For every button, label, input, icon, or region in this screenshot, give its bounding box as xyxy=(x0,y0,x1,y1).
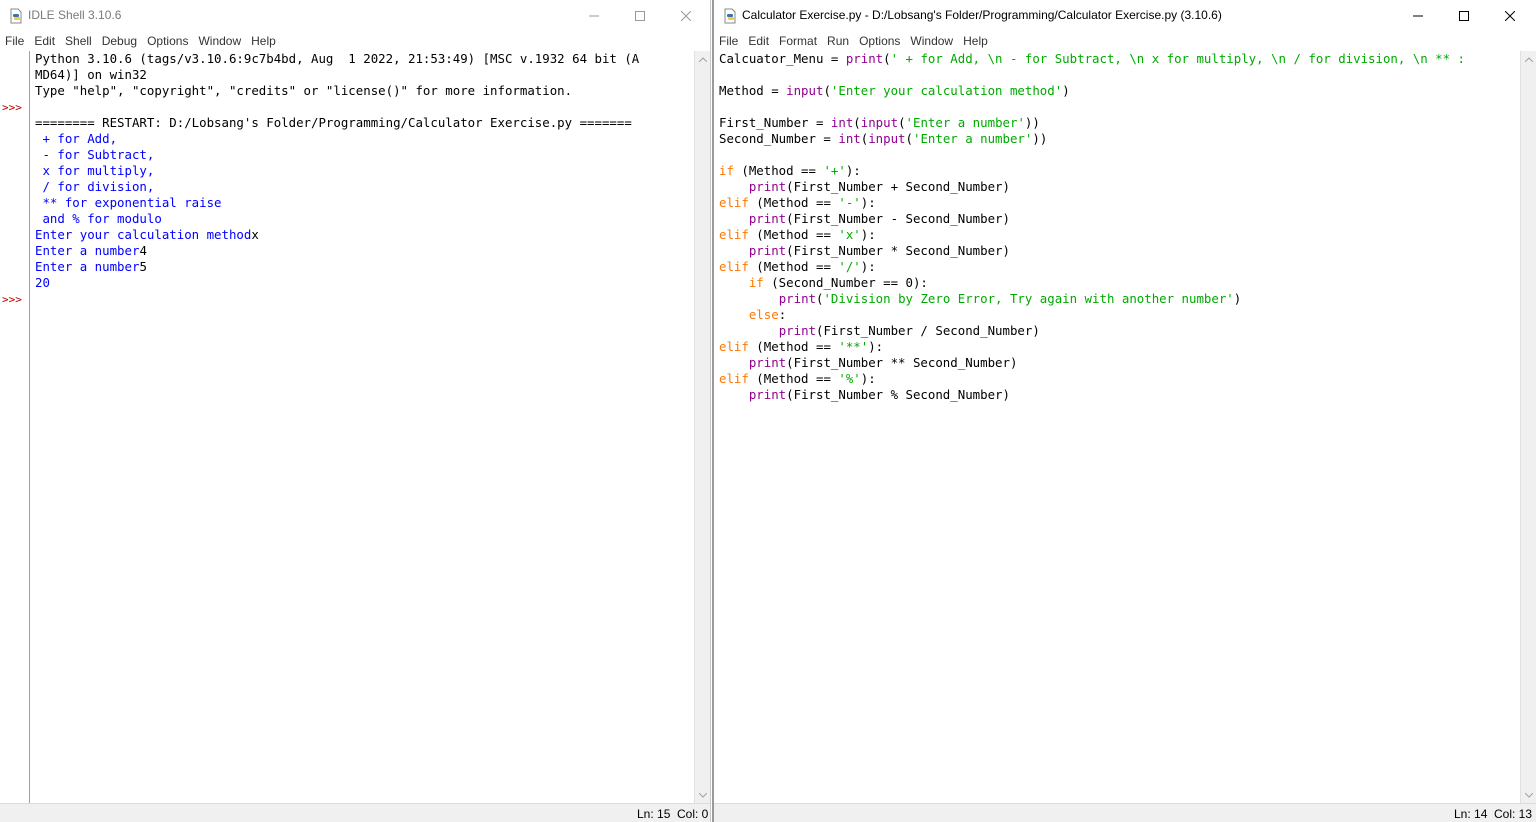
code-line: print(First_Number / Second_Number) xyxy=(778,323,1040,338)
shell-menu-window[interactable]: Window xyxy=(193,32,246,50)
close-icon xyxy=(681,10,691,21)
shell-line: Enter your calculation methodx xyxy=(35,227,259,242)
close-icon xyxy=(1505,10,1515,21)
shell-line: MD64)] on win32 xyxy=(35,67,147,82)
editor-menu-file[interactable]: File xyxy=(714,32,743,50)
python-file-icon xyxy=(8,8,24,24)
code-line: elif (Method == '/'): xyxy=(719,259,876,274)
shell-titlebar[interactable]: IDLE Shell 3.10.6 xyxy=(0,0,710,31)
editor-statusbar: Ln: 14 Col: 13 xyxy=(714,803,1536,822)
scroll-down-icon[interactable] xyxy=(1521,787,1536,803)
shell-menu-debug[interactable]: Debug xyxy=(97,32,142,50)
editor-status-line: Ln: 14 xyxy=(1454,807,1488,821)
minimize-icon xyxy=(589,15,599,16)
editor-maximize-button[interactable] xyxy=(1441,0,1487,31)
editor-menu-run[interactable]: Run xyxy=(822,32,854,50)
shell-menubar: File Edit Shell Debug Options Window Help xyxy=(0,32,710,50)
shell-line: / for division, xyxy=(35,179,155,194)
shell-window: IDLE Shell 3.10.6 File Edit Shell Debug Opti… xyxy=(0,0,711,822)
shell-menu-file[interactable]: File xyxy=(0,32,29,50)
code-line: if (Second_Number == 0): xyxy=(748,275,928,290)
code-line: print('Division by Zero Error, Try again… xyxy=(778,291,1242,306)
editor-window: Calculator Exercise.py - D:/Lobsang's Fo… xyxy=(712,0,1536,822)
maximize-icon xyxy=(635,10,645,21)
code-line: print(First_Number % Second_Number) xyxy=(748,387,1010,402)
code-line: Calcuator_Menu = print(' + for Add, \n -… xyxy=(719,51,1466,66)
editor-status-col: Col: 13 xyxy=(1494,807,1533,821)
shell-minimize-button[interactable] xyxy=(571,0,617,31)
editor-scrollbar[interactable] xyxy=(1520,51,1536,803)
shell-line: ======== RESTART: D:/Lobsang's Folder/Pr… xyxy=(35,115,632,130)
shell-line: ** for exponential raise xyxy=(35,195,222,210)
user-input: 5 xyxy=(139,259,147,274)
shell-status-col: Col: 0 xyxy=(677,807,709,821)
code-line: elif (Method == '**'): xyxy=(719,339,884,354)
editor-code[interactable]: Calcuator_Menu = print(' + for Add, \n -… xyxy=(719,51,1516,803)
editor-menu-options[interactable]: Options xyxy=(854,32,905,50)
shell-statusbar: Ln: 15 Col: 0 xyxy=(0,803,710,822)
shell-menu-shell[interactable]: Shell xyxy=(60,32,97,50)
python-file-icon xyxy=(722,8,738,24)
shell-title: IDLE Shell 3.10.6 xyxy=(28,8,122,22)
maximize-icon xyxy=(1459,10,1469,21)
shell-line: Python 3.10.6 (tags/v3.10.6:9c7b4bd, Aug… xyxy=(35,51,640,66)
shell-line: x for multiply, xyxy=(35,163,155,178)
shell-menu-options[interactable]: Options xyxy=(142,32,193,50)
shell-line: Enter a number4 xyxy=(35,243,147,258)
shell-menu-help[interactable]: Help xyxy=(246,32,281,50)
user-input: 4 xyxy=(139,243,147,258)
scroll-up-icon[interactable] xyxy=(1521,51,1536,67)
editor-minimize-button[interactable] xyxy=(1395,0,1441,31)
editor-menubar: File Edit Format Run Options Window Help xyxy=(714,32,1536,50)
editor-menu-format[interactable]: Format xyxy=(774,32,822,50)
scroll-down-icon[interactable] xyxy=(695,787,711,803)
minimize-icon xyxy=(1413,15,1423,16)
code-line: if (Method == '+'): xyxy=(719,163,861,178)
editor-titlebar[interactable]: Calculator Exercise.py - D:/Lobsang's Fo… xyxy=(714,0,1536,31)
shell-line: 20 xyxy=(35,275,50,290)
editor-close-button[interactable] xyxy=(1487,0,1533,31)
shell-menu-edit[interactable]: Edit xyxy=(29,32,60,50)
user-input: x xyxy=(251,227,259,242)
shell-line: - for Subtract, xyxy=(35,147,155,162)
editor-menu-help[interactable]: Help xyxy=(958,32,993,50)
editor-menu-edit[interactable]: Edit xyxy=(743,32,774,50)
code-line: else: xyxy=(748,307,787,322)
shell-scrollbar[interactable] xyxy=(694,51,710,803)
code-line: print(First_Number ** Second_Number) xyxy=(748,355,1018,370)
shell-prompt-gutter: >>> >>> xyxy=(0,51,30,803)
editor-menu-window[interactable]: Window xyxy=(905,32,958,50)
scroll-up-icon[interactable] xyxy=(695,51,711,67)
code-line: Method = input('Enter your calculation m… xyxy=(719,83,1070,98)
shell-close-button[interactable] xyxy=(663,0,709,31)
shell-prompt-2: >>> xyxy=(2,293,22,306)
shell-maximize-button[interactable] xyxy=(617,0,663,31)
shell-line: and % for modulo xyxy=(35,211,162,226)
editor-title: Calculator Exercise.py - D:/Lobsang's Fo… xyxy=(742,8,1222,22)
shell-prompt-1: >>> xyxy=(2,101,22,114)
shell-status-line: Ln: 15 xyxy=(637,807,671,821)
shell-line: + for Add, xyxy=(35,131,118,146)
code-line: Second_Number = int(input('Enter a numbe… xyxy=(719,131,1048,146)
code-line: First_Number = int(input('Enter a number… xyxy=(719,115,1040,130)
shell-output[interactable]: Python 3.10.6 (tags/v3.10.6:9c7b4bd, Aug… xyxy=(35,51,694,803)
code-line: elif (Method == '%'): xyxy=(719,371,876,386)
code-line: elif (Method == '-'): xyxy=(719,195,876,210)
code-line: print(First_Number * Second_Number) xyxy=(748,243,1010,258)
code-line: print(First_Number + Second_Number) xyxy=(748,179,1010,194)
shell-line: Type "help", "copyright", "credits" or "… xyxy=(35,83,573,98)
shell-line: Enter a number5 xyxy=(35,259,147,274)
code-line: print(First_Number - Second_Number) xyxy=(748,211,1010,226)
code-line: elif (Method == 'x'): xyxy=(719,227,876,242)
